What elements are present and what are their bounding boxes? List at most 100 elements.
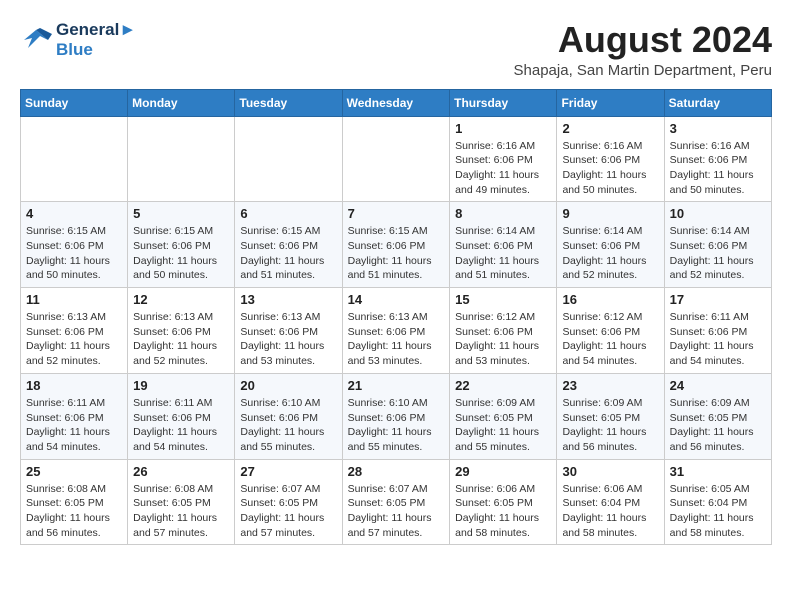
day-info: Sunrise: 6:11 AM Sunset: 6:06 PM Dayligh… xyxy=(26,396,122,455)
calendar-week-row: 11 Sunrise: 6:13 AM Sunset: 6:06 PM Dayli… xyxy=(21,288,772,374)
calendar-cell: 3 Sunrise: 6:16 AM Sunset: 6:06 PM Daylig… xyxy=(664,116,771,202)
calendar-cell: 14 Sunrise: 6:13 AM Sunset: 6:06 PM Dayli… xyxy=(342,288,450,374)
calendar-cell: 10 Sunrise: 6:14 AM Sunset: 6:06 PM Dayli… xyxy=(664,202,771,288)
day-info: Sunrise: 6:15 AM Sunset: 6:06 PM Dayligh… xyxy=(133,224,229,283)
calendar-cell: 28 Sunrise: 6:07 AM Sunset: 6:05 PM Dayli… xyxy=(342,459,450,545)
calendar-header-row: SundayMondayTuesdayWednesdayThursdayFrid… xyxy=(21,89,772,116)
day-info: Sunrise: 6:11 AM Sunset: 6:06 PM Dayligh… xyxy=(670,310,766,369)
day-number: 6 xyxy=(240,206,336,221)
day-number: 16 xyxy=(562,292,658,307)
calendar-cell: 23Sunrise: 6:09 AM Sunset: 6:05 PM Dayli… xyxy=(557,373,664,459)
day-number: 24 xyxy=(670,378,766,393)
day-number: 13 xyxy=(240,292,336,307)
calendar-cell: 2 Sunrise: 6:16 AM Sunset: 6:06 PM Daylig… xyxy=(557,116,664,202)
day-number: 28 xyxy=(348,464,445,479)
day-info: Sunrise: 6:06 AM Sunset: 6:04 PM Dayligh… xyxy=(562,482,658,541)
day-info: Sunrise: 6:13 AM Sunset: 6:06 PM Dayligh… xyxy=(133,310,229,369)
logo: General► Blue xyxy=(20,20,136,60)
day-info: Sunrise: 6:09 AM Sunset: 6:05 PM Dayligh… xyxy=(562,396,658,455)
calendar-cell: 27Sunrise: 6:07 AM Sunset: 6:05 PM Dayli… xyxy=(235,459,342,545)
title-block: August 2024 Shapaja, San Martin Departme… xyxy=(514,20,772,79)
day-of-week-header: Thursday xyxy=(450,89,557,116)
calendar-week-row: 25 Sunrise: 6:08 AM Sunset: 6:05 PM Dayli… xyxy=(21,459,772,545)
day-number: 15 xyxy=(455,292,551,307)
day-number: 3 xyxy=(670,121,766,136)
day-number: 2 xyxy=(562,121,658,136)
day-of-week-header: Saturday xyxy=(664,89,771,116)
day-number: 17 xyxy=(670,292,766,307)
day-info: Sunrise: 6:05 AM Sunset: 6:04 PM Dayligh… xyxy=(670,482,766,541)
calendar-cell: 5Sunrise: 6:15 AM Sunset: 6:06 PM Daylig… xyxy=(128,202,235,288)
day-number: 25 xyxy=(26,464,122,479)
calendar-cell: 24 Sunrise: 6:09 AM Sunset: 6:05 PM Dayli… xyxy=(664,373,771,459)
day-info: Sunrise: 6:16 AM Sunset: 6:06 PM Dayligh… xyxy=(455,139,551,198)
day-number: 1 xyxy=(455,121,551,136)
day-info: Sunrise: 6:13 AM Sunset: 6:06 PM Dayligh… xyxy=(348,310,445,369)
day-info: Sunrise: 6:15 AM Sunset: 6:06 PM Dayligh… xyxy=(240,224,336,283)
day-info: Sunrise: 6:14 AM Sunset: 6:06 PM Dayligh… xyxy=(670,224,766,283)
calendar-cell: 8 Sunrise: 6:14 AM Sunset: 6:06 PM Daylig… xyxy=(450,202,557,288)
day-info: Sunrise: 6:08 AM Sunset: 6:05 PM Dayligh… xyxy=(26,482,122,541)
calendar-cell: 17 Sunrise: 6:11 AM Sunset: 6:06 PM Dayli… xyxy=(664,288,771,374)
day-info: Sunrise: 6:11 AM Sunset: 6:06 PM Dayligh… xyxy=(133,396,229,455)
calendar-cell xyxy=(128,116,235,202)
day-number: 26 xyxy=(133,464,229,479)
day-number: 7 xyxy=(348,206,445,221)
day-of-week-header: Friday xyxy=(557,89,664,116)
calendar-cell: 15 Sunrise: 6:12 AM Sunset: 6:06 PM Dayli… xyxy=(450,288,557,374)
day-info: Sunrise: 6:12 AM Sunset: 6:06 PM Dayligh… xyxy=(455,310,551,369)
day-info: Sunrise: 6:13 AM Sunset: 6:06 PM Dayligh… xyxy=(26,310,122,369)
day-number: 11 xyxy=(26,292,122,307)
day-number: 22 xyxy=(455,378,551,393)
day-number: 4 xyxy=(26,206,122,221)
day-number: 9 xyxy=(562,206,658,221)
calendar-cell: 25 Sunrise: 6:08 AM Sunset: 6:05 PM Dayli… xyxy=(21,459,128,545)
calendar-cell: 19 Sunrise: 6:11 AM Sunset: 6:06 PM Dayli… xyxy=(128,373,235,459)
day-number: 31 xyxy=(670,464,766,479)
calendar-cell: 11 Sunrise: 6:13 AM Sunset: 6:06 PM Dayli… xyxy=(21,288,128,374)
calendar-cell: 18Sunrise: 6:11 AM Sunset: 6:06 PM Dayli… xyxy=(21,373,128,459)
calendar-cell: 4Sunrise: 6:15 AM Sunset: 6:06 PM Daylig… xyxy=(21,202,128,288)
day-info: Sunrise: 6:14 AM Sunset: 6:06 PM Dayligh… xyxy=(455,224,551,283)
day-number: 10 xyxy=(670,206,766,221)
day-number: 21 xyxy=(348,378,445,393)
day-info: Sunrise: 6:09 AM Sunset: 6:05 PM Dayligh… xyxy=(670,396,766,455)
location-subtitle: Shapaja, San Martin Department, Peru xyxy=(514,62,772,79)
calendar-cell: 9Sunrise: 6:14 AM Sunset: 6:06 PM Daylig… xyxy=(557,202,664,288)
day-of-week-header: Wednesday xyxy=(342,89,450,116)
calendar-cell: 29 Sunrise: 6:06 AM Sunset: 6:05 PM Dayli… xyxy=(450,459,557,545)
calendar-cell: 22Sunrise: 6:09 AM Sunset: 6:05 PM Dayli… xyxy=(450,373,557,459)
day-number: 14 xyxy=(348,292,445,307)
day-number: 29 xyxy=(455,464,551,479)
day-info: Sunrise: 6:07 AM Sunset: 6:05 PM Dayligh… xyxy=(348,482,445,541)
day-of-week-header: Monday xyxy=(128,89,235,116)
calendar-week-row: 4 Sunrise: 6:15 AM Sunset: 6:06 PM Daylig… xyxy=(21,202,772,288)
day-number: 27 xyxy=(240,464,336,479)
page-header: General► Blue August 2024 Shapaja, San M… xyxy=(20,20,772,79)
day-number: 19 xyxy=(133,378,229,393)
calendar-week-row: 18Sunrise: 6:11 AM Sunset: 6:06 PM Dayli… xyxy=(21,373,772,459)
day-info: Sunrise: 6:06 AM Sunset: 6:05 PM Dayligh… xyxy=(455,482,551,541)
calendar-cell: 1 Sunrise: 6:16 AM Sunset: 6:06 PM Daylig… xyxy=(450,116,557,202)
day-number: 20 xyxy=(240,378,336,393)
calendar-cell: 31 Sunrise: 6:05 AM Sunset: 6:04 PM Dayli… xyxy=(664,459,771,545)
calendar-cell xyxy=(235,116,342,202)
calendar-cell: 7 Sunrise: 6:15 AM Sunset: 6:06 PM Daylig… xyxy=(342,202,450,288)
logo-text: General► Blue xyxy=(56,20,136,60)
month-year-title: August 2024 xyxy=(514,20,772,60)
day-info: Sunrise: 6:16 AM Sunset: 6:06 PM Dayligh… xyxy=(670,139,766,198)
calendar-cell: 16 Sunrise: 6:12 AM Sunset: 6:06 PM Dayli… xyxy=(557,288,664,374)
calendar-cell: 12 Sunrise: 6:13 AM Sunset: 6:06 PM Dayli… xyxy=(128,288,235,374)
calendar-cell: 21 Sunrise: 6:10 AM Sunset: 6:06 PM Dayli… xyxy=(342,373,450,459)
day-of-week-header: Sunday xyxy=(21,89,128,116)
day-number: 12 xyxy=(133,292,229,307)
day-info: Sunrise: 6:15 AM Sunset: 6:06 PM Dayligh… xyxy=(348,224,445,283)
day-of-week-header: Tuesday xyxy=(235,89,342,116)
day-number: 30 xyxy=(562,464,658,479)
day-info: Sunrise: 6:13 AM Sunset: 6:06 PM Dayligh… xyxy=(240,310,336,369)
calendar-cell: 13 Sunrise: 6:13 AM Sunset: 6:06 PM Dayli… xyxy=(235,288,342,374)
day-info: Sunrise: 6:10 AM Sunset: 6:06 PM Dayligh… xyxy=(348,396,445,455)
day-info: Sunrise: 6:16 AM Sunset: 6:06 PM Dayligh… xyxy=(562,139,658,198)
day-info: Sunrise: 6:12 AM Sunset: 6:06 PM Dayligh… xyxy=(562,310,658,369)
day-number: 8 xyxy=(455,206,551,221)
